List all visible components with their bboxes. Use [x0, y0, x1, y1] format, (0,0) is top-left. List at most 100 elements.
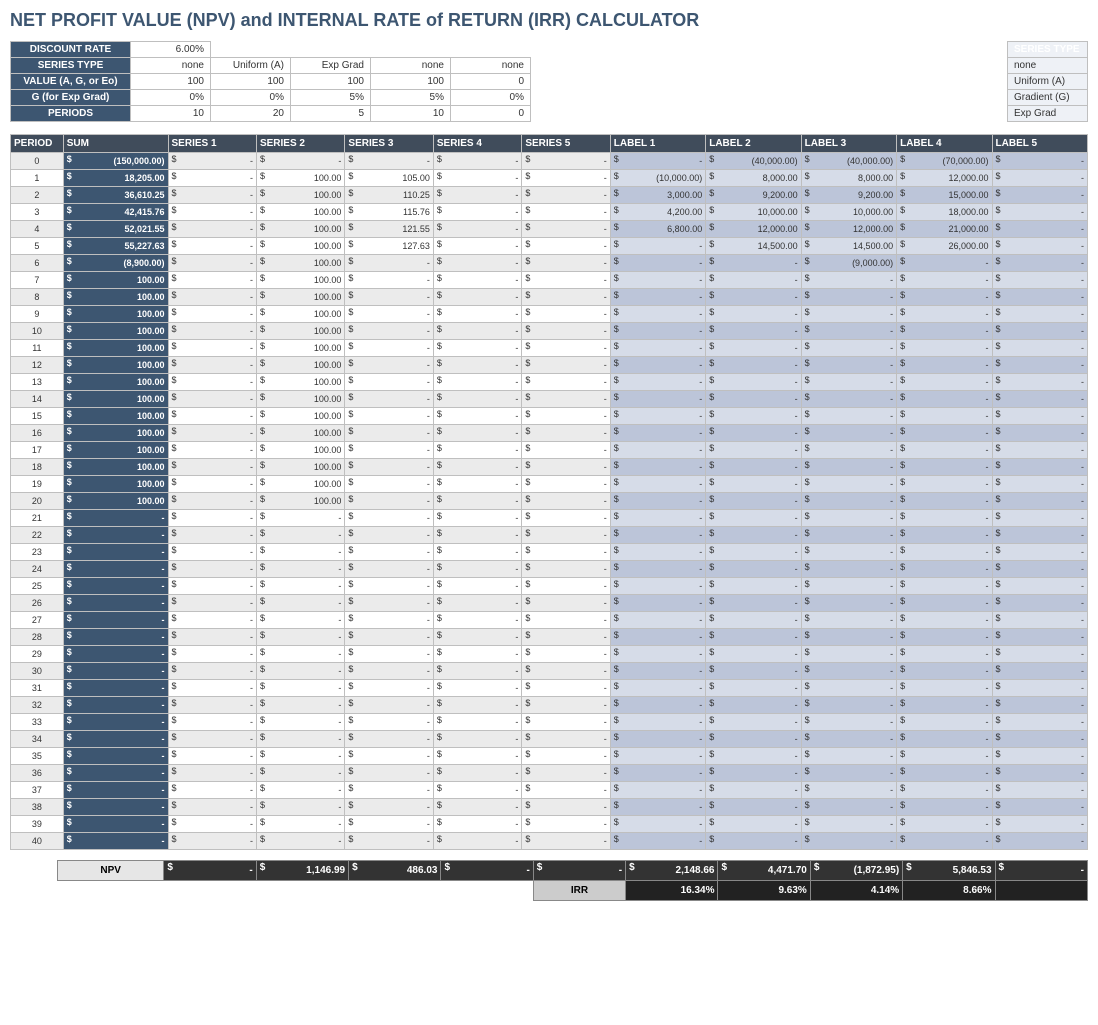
period-cell: 10: [11, 323, 64, 340]
period-cell: 15: [11, 408, 64, 425]
param-value[interactable]: 6.00%: [131, 42, 211, 58]
period-cell: 3: [11, 204, 64, 221]
label-cell: $-: [610, 663, 705, 680]
label-cell: $-: [992, 442, 1087, 459]
table-row: 28$-$-$-$-$-$-$-$-$-$-$-: [11, 629, 1088, 646]
label-cell: $-: [897, 476, 992, 493]
label-cell: $-: [897, 374, 992, 391]
label-cell: $-: [610, 442, 705, 459]
label-cell: $-: [801, 340, 896, 357]
label-cell: $-: [992, 697, 1087, 714]
label-cell: $(40,000.00): [801, 153, 896, 170]
series-cell: $-: [522, 204, 610, 221]
label-cell: $-: [992, 204, 1087, 221]
param-value[interactable]: none: [371, 58, 451, 74]
series-cell: $-: [433, 221, 521, 238]
series-cell: $-: [345, 612, 433, 629]
table-row: 20$100.00$-$100.00$-$-$-$-$-$-$-$-: [11, 493, 1088, 510]
series-cell: $-: [168, 714, 256, 731]
sum-cell: $100.00: [63, 408, 168, 425]
param-value[interactable]: 5%: [291, 90, 371, 106]
period-cell: 32: [11, 697, 64, 714]
param-value[interactable]: 5: [291, 106, 371, 122]
label-cell: $-: [992, 340, 1087, 357]
sum-cell: $100.00: [63, 323, 168, 340]
param-value[interactable]: 5%: [371, 90, 451, 106]
label-cell: $-: [610, 238, 705, 255]
period-cell: 16: [11, 425, 64, 442]
series-cell: $100.00: [256, 493, 344, 510]
series-cell: $-: [345, 391, 433, 408]
param-value[interactable]: 0%: [451, 90, 531, 106]
sum-cell: $-: [63, 765, 168, 782]
label-cell: $-: [801, 816, 896, 833]
sum-cell: $42,415.76: [63, 204, 168, 221]
sum-cell: $100.00: [63, 306, 168, 323]
series-cell: $100.00: [256, 204, 344, 221]
sum-cell: $-: [63, 697, 168, 714]
series-cell: $-: [522, 595, 610, 612]
param-value[interactable]: 0%: [211, 90, 291, 106]
period-cell: 0: [11, 153, 64, 170]
series-cell: $-: [433, 833, 521, 850]
label-cell: $4,200.00: [610, 204, 705, 221]
table-row: 2$36,610.25$-$100.00$110.25$-$-$3,000.00…: [11, 187, 1088, 204]
param-value[interactable]: Exp Grad: [291, 58, 371, 74]
param-value[interactable]: 0%: [131, 90, 211, 106]
label-cell: $-: [801, 272, 896, 289]
series-cell: $-: [522, 510, 610, 527]
param-value[interactable]: none: [451, 58, 531, 74]
series-cell: $-: [433, 357, 521, 374]
label-cell: $-: [992, 289, 1087, 306]
param-label: VALUE (A, G, or Eo): [11, 74, 131, 90]
series-legend: SERIES TYPEnoneUniform (A)Gradient (G)Ex…: [1007, 41, 1088, 122]
series-cell: $-: [168, 204, 256, 221]
param-value[interactable]: 10: [131, 106, 211, 122]
param-value[interactable]: 100: [211, 74, 291, 90]
label-cell: $-: [897, 816, 992, 833]
table-row: 6$(8,900.00)$-$100.00$-$-$-$-$-$(9,000.0…: [11, 255, 1088, 272]
period-cell: 21: [11, 510, 64, 527]
series-cell: $100.00: [256, 323, 344, 340]
label-cell: $-: [801, 510, 896, 527]
label-cell: $-: [610, 340, 705, 357]
series-cell: $-: [522, 731, 610, 748]
column-header: LABEL 1: [610, 135, 705, 153]
param-value[interactable]: 0: [451, 74, 531, 90]
page-title: NET PROFIT VALUE (NPV) and INTERNAL RATE…: [10, 10, 1088, 31]
param-value[interactable]: 100: [371, 74, 451, 90]
series-cell: $-: [168, 340, 256, 357]
sum-cell: $(8,900.00): [63, 255, 168, 272]
column-header: LABEL 5: [992, 135, 1087, 153]
series-cell: $100.00: [256, 442, 344, 459]
series-cell: $-: [345, 561, 433, 578]
label-cell: $-: [992, 425, 1087, 442]
label-cell: $-: [992, 170, 1087, 187]
sum-cell: $36,610.25: [63, 187, 168, 204]
param-value[interactable]: 0: [451, 106, 531, 122]
npv-value: $-: [995, 861, 1087, 881]
label-cell: $10,000.00: [801, 204, 896, 221]
label-cell: $-: [801, 731, 896, 748]
label-cell: $-: [992, 765, 1087, 782]
series-cell: $-: [433, 289, 521, 306]
param-value[interactable]: 20: [211, 106, 291, 122]
series-cell: $-: [433, 323, 521, 340]
column-header: LABEL 4: [897, 135, 992, 153]
series-cell: $-: [256, 765, 344, 782]
label-cell: $-: [610, 748, 705, 765]
label-cell: $-: [801, 697, 896, 714]
param-value[interactable]: 100: [291, 74, 371, 90]
series-cell: $-: [168, 272, 256, 289]
period-cell: 33: [11, 714, 64, 731]
series-cell: $-: [522, 374, 610, 391]
label-cell: $-: [992, 493, 1087, 510]
period-cell: 30: [11, 663, 64, 680]
param-value[interactable]: Uniform (A): [211, 58, 291, 74]
param-value[interactable]: 10: [371, 106, 451, 122]
series-cell: $-: [168, 629, 256, 646]
param-value[interactable]: none: [131, 58, 211, 74]
period-cell: 18: [11, 459, 64, 476]
param-value[interactable]: 100: [131, 74, 211, 90]
label-cell: $-: [801, 612, 896, 629]
